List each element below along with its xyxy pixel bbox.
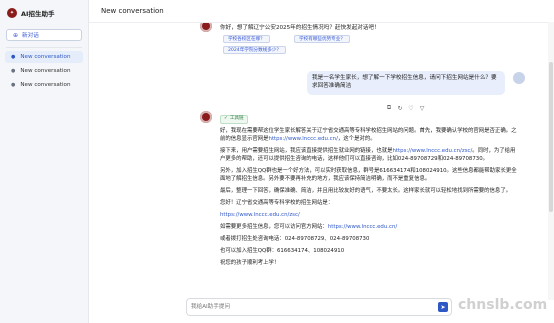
new-chat-button[interactable]: ⊕ 新对话	[6, 29, 82, 41]
conversation-icon: ●	[11, 68, 16, 74]
bot-greeting: 你好，想了解辽宁公安2025年的招生情况吗？赶快发起对话吧！	[220, 23, 398, 31]
answer-paragraph: 您好！辽宁省交通高等专科学校的招生网站是：	[220, 199, 520, 207]
suggestion-chip[interactable]: 学校各校区在哪？	[223, 35, 270, 43]
answer-text: 您好！辽宁省交通高等专科学校的招生网站是：	[220, 199, 334, 206]
conversation-list: ● New conversation ● New conversation ● …	[5, 51, 83, 93]
new-chat-label: 新对话	[22, 33, 39, 39]
send-button[interactable]: ➤	[438, 302, 448, 312]
brand: ✦ AI招生助手	[7, 7, 54, 19]
bot-answer: ✓ 工具链 好，我现在需要帮这位学生家长解答关于辽宁省交通高等专科学校招生网站的…	[220, 114, 520, 271]
answer-paragraph: 也可以加入招生QQ群：616634174、108024910	[220, 247, 520, 255]
answer-body: 好，我现在需要帮这位学生家长解答关于辽宁省交通高等专科学校招生网站的问题。首先，…	[220, 127, 520, 267]
answer-link[interactable]: https://www.lnccc.edu.cn/	[269, 136, 338, 142]
answer-link[interactable]: https://www.lnccc.edu.cn/zsc/	[393, 148, 473, 154]
scrollbar-thumb[interactable]	[549, 62, 553, 212]
sidebar-divider	[6, 47, 82, 48]
answer-text: 也可以加入招生QQ群：616634174、108024910	[220, 247, 345, 254]
answer-text: 最后，整理一下回答，确保准确、简洁，并且用比较友好的语气，不要太长。这样家长就可…	[220, 187, 512, 194]
sidebar: ✦ AI招生助手 ⊕ 新对话 ● New conversation ● New …	[0, 0, 89, 323]
answer-text: ，这个是对的。	[337, 135, 376, 142]
conversation-item[interactable]: ● New conversation	[5, 51, 83, 63]
answer-text: 或者拨打招生处咨询电话：024-89708729、024-89708730	[220, 235, 370, 242]
message-actions: ⧉ ↻ ♡ ▽	[385, 104, 426, 112]
answer-text: 另外，加入招生QQ群也是一个好方法，可以实时获取信息，群号是616634174和…	[220, 167, 517, 182]
conversation-label: New conversation	[20, 54, 71, 60]
check-icon: ✓	[224, 116, 228, 121]
chat-area: 你好，想了解辽宁公安2025年的招生情况吗？赶快发起对话吧！ 学校各校区在哪？ …	[89, 23, 548, 293]
page-title: New conversation	[101, 7, 164, 15]
answer-paragraph: 最后，整理一下回答，确保准确、简洁，并且用比较友好的语气，不要太长。这样家长就可…	[220, 187, 520, 195]
send-icon: ➤	[440, 303, 446, 311]
dislike-icon[interactable]: ▽	[418, 104, 426, 112]
header: New conversation	[89, 0, 548, 23]
answer-link[interactable]: https://www.lnccc.edu.cn/	[328, 224, 397, 230]
watermark: chnslb.com	[458, 297, 548, 313]
school-logo-icon: ✦	[7, 8, 17, 18]
app-name: AI招生助手	[21, 10, 55, 18]
chat-input[interactable]	[191, 302, 421, 311]
user-avatar	[513, 72, 525, 84]
conversation-label: New conversation	[20, 68, 71, 74]
answer-paragraph: 接下来，用户需要招生网站，我应该直接提供招生就业网的链接，也就是https://…	[220, 147, 520, 163]
suggestion-chip[interactable]: 2024年学院分数线多少？	[223, 46, 287, 54]
answer-paragraph: 或者拨打招生处咨询电话：024-89708729、024-89708730	[220, 235, 520, 243]
copy-icon[interactable]: ⧉	[385, 104, 393, 112]
like-icon[interactable]: ♡	[407, 104, 415, 112]
answer-paragraph: 另外，加入招生QQ群也是一个好方法，可以实时获取信息，群号是616634174和…	[220, 167, 520, 183]
conversation-label: New conversation	[20, 82, 71, 88]
tool-chain-label: 工具链	[229, 116, 244, 121]
conversation-icon: ●	[11, 54, 16, 60]
greeting-text: 你好，想了解辽宁公安2025年的招生情况吗？赶快发起对话吧！	[220, 25, 380, 31]
answer-paragraph: 好，我现在需要帮这位学生家长解答关于辽宁省交通高等专科学校招生网站的问题。首先，…	[220, 127, 520, 143]
scrollbar[interactable]	[548, 22, 554, 300]
answer-paragraph: https://www.lnccc.edu.cn/zsc/	[220, 211, 520, 219]
refresh-icon[interactable]: ↻	[396, 104, 404, 112]
answer-text: 接下来，用户需要招生网站，我应该直接提供招生就业网的链接，也就是	[220, 147, 393, 154]
new-chat-icon: ⊕	[13, 31, 19, 39]
bot-avatar	[200, 23, 212, 32]
answer-text: 如需要更多招生信息，您可以访问官方网站：	[220, 223, 328, 230]
answer-text: 祝您的孩子顺利考上学！	[220, 259, 280, 266]
bot-avatar	[200, 111, 212, 123]
answer-paragraph: 祝您的孩子顺利考上学！	[220, 259, 520, 267]
tool-chain-tag[interactable]: ✓ 工具链	[220, 114, 248, 124]
answer-link[interactable]: https://www.lnccc.edu.cn/zsc/	[220, 212, 300, 218]
suggestion-chip[interactable]: 学校有哪些优势专业？	[294, 35, 350, 43]
user-message: 我是一名学生家长，想了解一下学校招生信息，请问下招生网站是什么？要求回答准确简洁	[307, 71, 505, 95]
conversation-item[interactable]: ● New conversation	[5, 79, 83, 91]
user-message-text: 我是一名学生家长，想了解一下学校招生信息，请问下招生网站是什么？要求回答准确简洁	[312, 75, 497, 89]
chat-input-bar: ➤	[186, 298, 452, 316]
answer-paragraph: 如需要更多招生信息，您可以访问官方网站：https://www.lnccc.ed…	[220, 223, 520, 231]
conversation-item[interactable]: ● New conversation	[5, 65, 83, 77]
conversation-icon: ●	[11, 82, 16, 88]
